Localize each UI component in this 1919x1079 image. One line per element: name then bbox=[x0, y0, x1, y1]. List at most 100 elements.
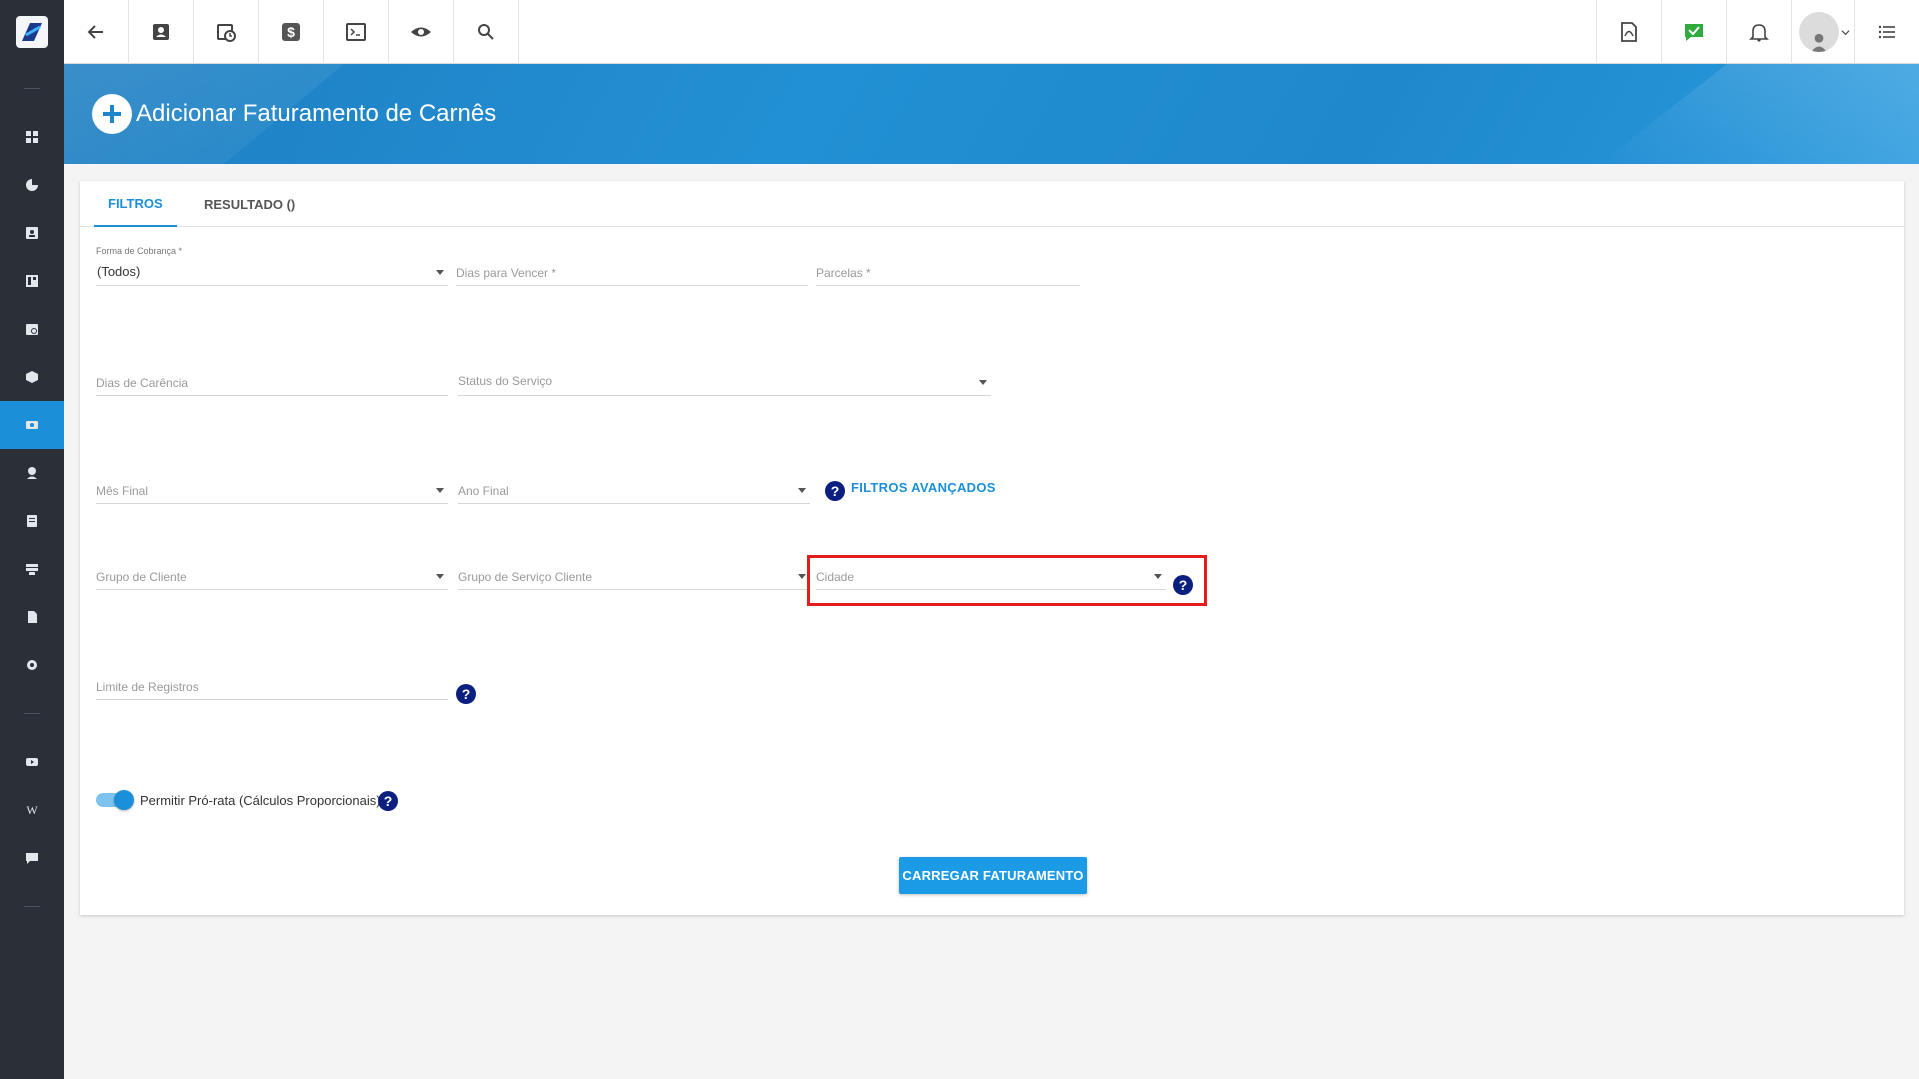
pdf-icon bbox=[1621, 22, 1637, 42]
tab-bar: FILTROS RESULTADO () bbox=[80, 181, 1904, 227]
mes-final-select[interactable]: Mês Final bbox=[96, 474, 448, 504]
forma-cobranca-label: Forma de Cobrança * bbox=[96, 246, 183, 256]
sidebar-item-documents[interactable] bbox=[0, 593, 64, 641]
pdf-button[interactable] bbox=[1596, 0, 1661, 64]
grupo-servico-cliente-select[interactable]: Grupo de Serviço Cliente bbox=[458, 560, 810, 590]
sidebar-item-calendar[interactable] bbox=[0, 305, 64, 353]
help-icon[interactable]: ? bbox=[456, 684, 476, 704]
ano-final-placeholder: Ano Final bbox=[458, 484, 509, 498]
svg-text:$: $ bbox=[287, 24, 295, 40]
tab-resultado[interactable]: RESULTADO () bbox=[190, 181, 309, 227]
sidebar-item-wiki[interactable]: W bbox=[0, 786, 64, 834]
toggle-knob bbox=[114, 790, 134, 810]
grupo-cliente-select[interactable]: Grupo de Cliente bbox=[96, 560, 448, 590]
sidebar-item-list[interactable] bbox=[0, 497, 64, 545]
schedule-button[interactable] bbox=[194, 0, 259, 64]
page-header: Adicionar Faturamento de Carnês bbox=[92, 94, 496, 134]
sidebar-item-billing[interactable] bbox=[0, 401, 64, 449]
calendar-clock-icon bbox=[217, 24, 236, 42]
status-servico-placeholder: Status do Serviço bbox=[458, 374, 553, 388]
dias-vencer-input[interactable]: Dias para Vencer * bbox=[456, 256, 808, 286]
user-silhouette-icon bbox=[1810, 33, 1827, 52]
chat-check-button[interactable] bbox=[1661, 0, 1726, 64]
dollar-icon: $ bbox=[282, 23, 300, 41]
sidebar-divider bbox=[24, 713, 40, 714]
mes-final-placeholder: Mês Final bbox=[96, 484, 149, 498]
caret-down-icon bbox=[436, 488, 444, 493]
caret-down-icon bbox=[436, 270, 444, 275]
grupo-cliente-placeholder: Grupo de Cliente bbox=[96, 570, 187, 584]
sidebar-item-layout[interactable] bbox=[0, 257, 64, 305]
caret-down-icon bbox=[979, 380, 987, 385]
dias-carencia-placeholder: Dias de Carência bbox=[96, 376, 189, 390]
terminal-icon bbox=[346, 23, 366, 41]
limite-registros-placeholder: Limite de Registros bbox=[96, 680, 199, 694]
layout-icon bbox=[26, 275, 38, 287]
pro-rata-toggle[interactable] bbox=[96, 790, 134, 810]
pie-chart-icon bbox=[26, 179, 38, 191]
grupo-servico-cliente-placeholder: Grupo de Serviço Cliente bbox=[458, 570, 593, 584]
sidebar-item-map[interactable] bbox=[0, 449, 64, 497]
tab-filtros[interactable]: FILTROS bbox=[94, 181, 177, 227]
sidebar-item-contacts[interactable] bbox=[0, 209, 64, 257]
back-arrow-icon bbox=[87, 25, 103, 39]
dias-vencer-placeholder: Dias para Vencer * bbox=[456, 266, 557, 280]
sidebar-item-video[interactable] bbox=[0, 738, 64, 786]
contacts-button[interactable] bbox=[129, 0, 194, 64]
forma-cobranca-select[interactable]: Forma de Cobrança * (Todos) bbox=[96, 246, 448, 286]
help-icon[interactable]: ? bbox=[378, 791, 398, 811]
document-icon bbox=[28, 611, 37, 623]
sidebar-item-server[interactable] bbox=[0, 545, 64, 593]
sidebar-item-packages[interactable] bbox=[0, 353, 64, 401]
dias-carencia-input[interactable]: Dias de Carência bbox=[96, 366, 448, 396]
wiki-icon: W bbox=[26, 802, 38, 817]
chat-icon bbox=[26, 853, 38, 864]
search-button[interactable] bbox=[454, 0, 519, 64]
server-icon bbox=[26, 564, 38, 575]
list-icon bbox=[27, 515, 37, 527]
logo[interactable] bbox=[0, 0, 64, 64]
forma-cobranca-value: (Todos) bbox=[97, 264, 141, 279]
parcelas-placeholder: Parcelas * bbox=[816, 266, 871, 280]
dashboard-icon bbox=[26, 131, 38, 143]
carregar-faturamento-button[interactable]: CARREGAR FATURAMENTO bbox=[899, 857, 1087, 894]
package-icon bbox=[26, 371, 38, 383]
caret-down-icon bbox=[436, 574, 444, 579]
sidebar-item-settings[interactable] bbox=[0, 641, 64, 689]
status-servico-select[interactable]: Status do Serviço bbox=[458, 366, 991, 396]
ano-final-select[interactable]: Ano Final bbox=[458, 474, 810, 504]
page-title: Adicionar Faturamento de Carnês bbox=[136, 100, 497, 127]
notifications-button[interactable] bbox=[1726, 0, 1791, 64]
chevron-down-icon bbox=[1840, 29, 1850, 35]
calendar-icon bbox=[26, 324, 38, 335]
contacts-icon bbox=[26, 227, 38, 239]
help-icon[interactable]: ? bbox=[825, 481, 845, 501]
avatar bbox=[1798, 12, 1839, 52]
filtros-avancados-link[interactable]: FILTROS AVANÇADOS bbox=[851, 480, 996, 495]
pro-rata-label: Permitir Pró-rata (Cálculos Proporcionai… bbox=[140, 793, 381, 808]
contact-card-icon bbox=[153, 24, 169, 40]
banner-decoration bbox=[1599, 64, 1919, 164]
logo-icon bbox=[16, 16, 48, 48]
view-button[interactable] bbox=[389, 0, 454, 64]
main-menu-button[interactable] bbox=[1854, 0, 1919, 64]
sidebar-item-chat[interactable] bbox=[0, 834, 64, 882]
chat-check-icon bbox=[1685, 24, 1703, 41]
settings-icon bbox=[27, 660, 37, 670]
top-toolbar: $ bbox=[64, 0, 1919, 64]
parcelas-input[interactable]: Parcelas * bbox=[816, 256, 1080, 286]
sidebar-item-dashboard[interactable] bbox=[0, 113, 64, 161]
user-menu-button[interactable] bbox=[1791, 0, 1856, 64]
terminal-button[interactable] bbox=[324, 0, 389, 64]
highlight-box bbox=[807, 555, 1207, 606]
map-pin-icon bbox=[27, 467, 37, 479]
sidebar-divider bbox=[24, 906, 40, 907]
list-menu-icon bbox=[1878, 25, 1895, 39]
back-button[interactable] bbox=[64, 0, 129, 64]
sidebar-item-reports[interactable] bbox=[0, 161, 64, 209]
finance-button[interactable]: $ bbox=[259, 0, 324, 64]
limite-registros-input[interactable]: Limite de Registros bbox=[96, 670, 448, 700]
eye-icon bbox=[411, 27, 431, 37]
sidebar: W bbox=[0, 0, 64, 1079]
filter-card: FILTROS RESULTADO () Forma de Cobrança *… bbox=[80, 181, 1904, 915]
